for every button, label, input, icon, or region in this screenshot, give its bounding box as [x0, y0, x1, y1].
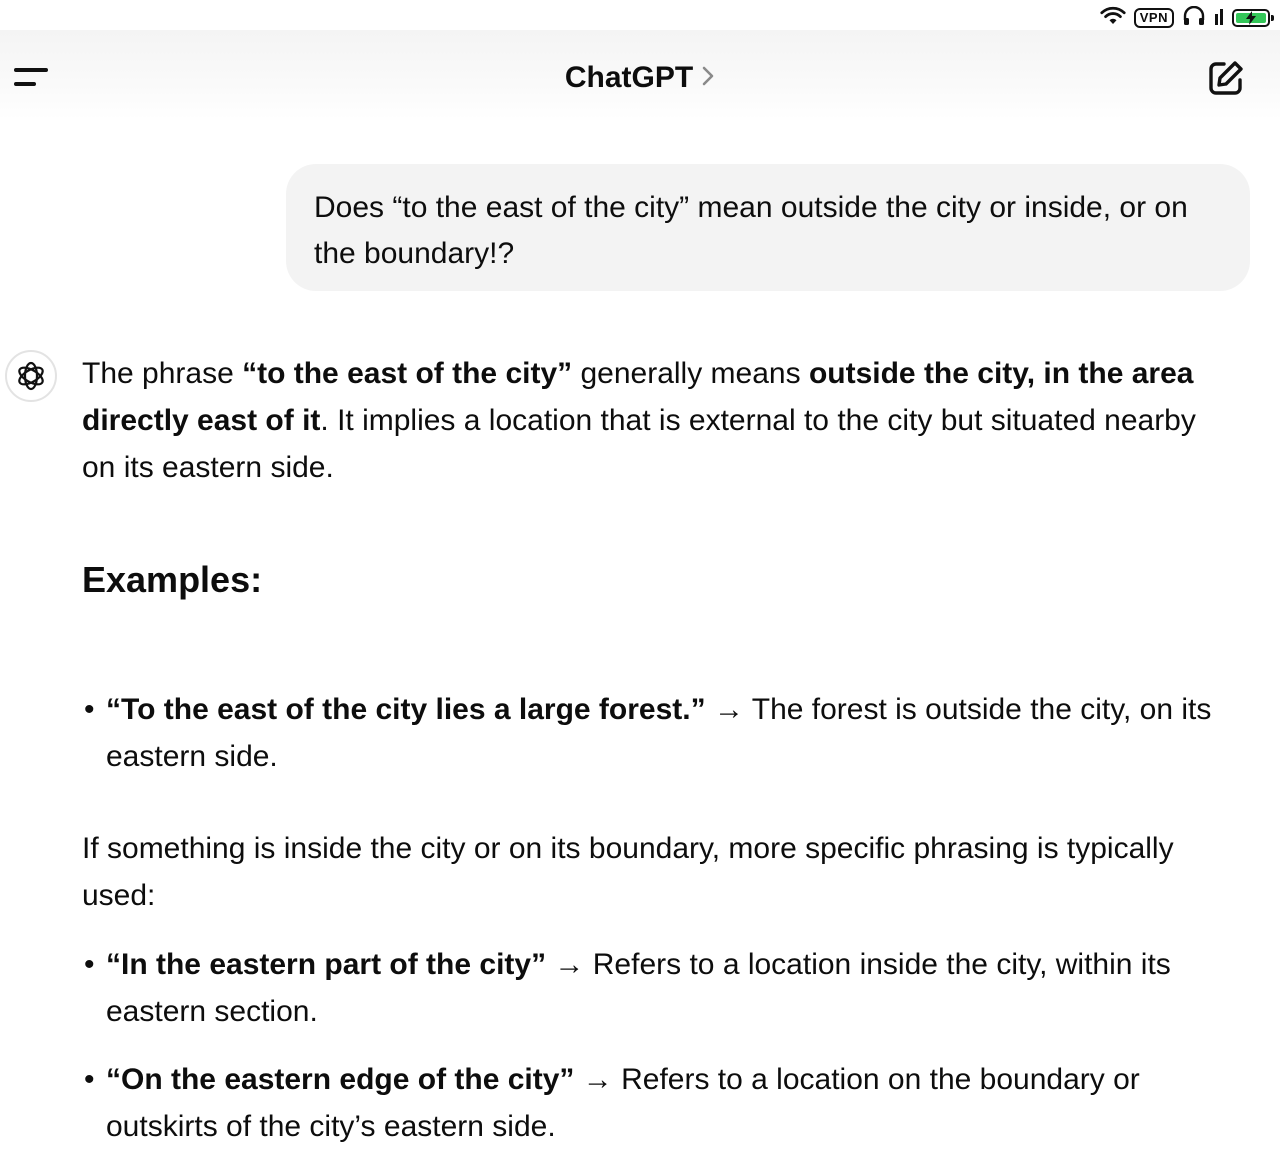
battery-nub	[1271, 15, 1274, 21]
vpn-icon: VPN	[1133, 8, 1174, 28]
app-title: ChatGPT	[564, 61, 694, 94]
chevron-right-icon	[701, 65, 715, 92]
intro-text-2: generally means	[572, 357, 809, 390]
new-chat-button[interactable]	[1206, 58, 1246, 98]
app-header: ChatGPT	[0, 30, 1280, 120]
example-bold: “To the east of the city lies a large fo…	[106, 693, 706, 726]
user-message-text: Does “to the east of the city” mean outs…	[314, 191, 1188, 270]
list-item-bold: “In the eastern part of the city”	[106, 948, 547, 981]
examples-heading: Examples:	[82, 559, 263, 600]
intro-text-1: The phrase	[82, 357, 243, 390]
openai-logo-icon	[18, 361, 44, 391]
signal-icon	[1214, 6, 1224, 31]
intro-bold-phrase: “to the east of the city”	[242, 357, 573, 390]
assistant-avatar	[5, 350, 57, 402]
assistant-message: The phrase “to the east of the city” gen…	[82, 350, 1222, 1150]
chat-screen: VPN ChatGPT Does “to the east of the cit…	[0, 0, 1280, 1156]
user-message-bubble: Does “to the east of the city” mean outs…	[286, 164, 1250, 291]
wifi-icon	[1100, 6, 1126, 31]
answer-intro: The phrase “to the east of the city” gen…	[82, 350, 1222, 491]
status-icons: VPN	[1100, 5, 1274, 31]
sidebar-menu-button[interactable]	[10, 60, 54, 96]
bullet-dot: •	[84, 948, 95, 981]
model-selector[interactable]: ChatGPT	[520, 58, 760, 98]
charging-bolt-icon	[1246, 11, 1256, 25]
list-item-bold: “On the eastern edge of the city”	[106, 1063, 575, 1096]
example-list-item: • “To the east of the city lies a large …	[82, 686, 1222, 780]
list-item: • “In the eastern part of the city” → Re…	[82, 941, 1222, 1035]
bullet-dot: •	[84, 1063, 95, 1096]
list-item: • “On the eastern edge of the city” → Re…	[82, 1056, 1222, 1150]
bullet-dot: •	[84, 693, 95, 726]
headphones-icon	[1182, 5, 1206, 31]
new-chat-icon	[1209, 61, 1243, 95]
followup-paragraph: If something is inside the city or on it…	[82, 832, 1174, 912]
battery-charging-icon	[1232, 9, 1274, 27]
